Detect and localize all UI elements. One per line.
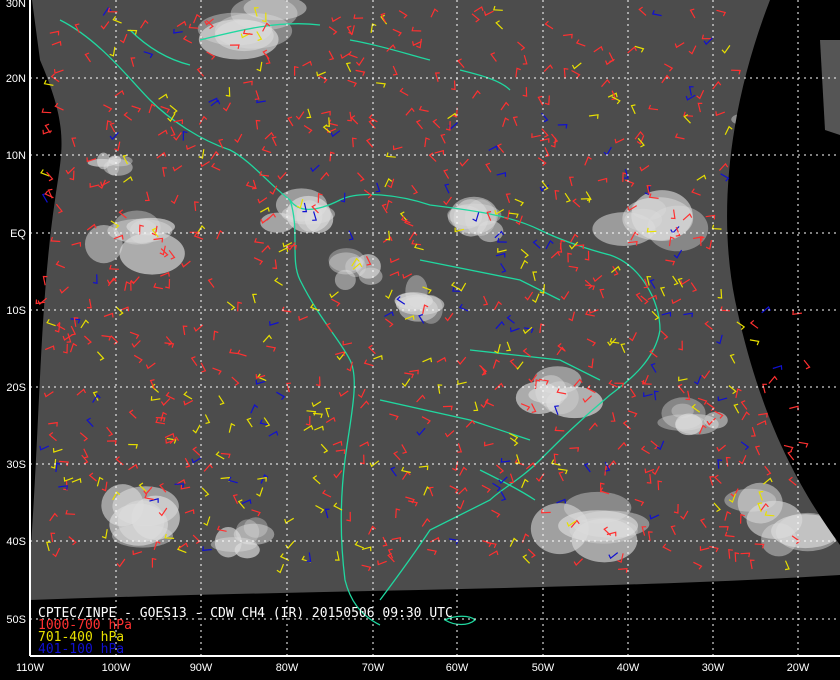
satellite-wind-map: 30N 20N 10N EQ 10S 20S 30S 40S 50S 110W 100W 90W 80…: [0, 0, 840, 680]
lat-label: 10S: [6, 305, 26, 317]
lat-label: 10N: [6, 150, 26, 162]
cloud: [750, 103, 789, 122]
cloud: [624, 208, 663, 231]
lat-label: 20N: [6, 73, 26, 85]
lon-label: 30W: [702, 662, 725, 674]
lat-label: 30S: [6, 459, 26, 471]
wind-barb: [40, 169, 50, 177]
cloud: [746, 500, 803, 539]
wind-barb: [41, 108, 52, 114]
wind-barb: [749, 339, 760, 346]
lat-label: 20S: [6, 382, 26, 394]
wind-barb: [762, 383, 767, 394]
lon-label: 110W: [16, 662, 45, 674]
lon-label: 20W: [787, 662, 810, 674]
lat-label: 40S: [6, 536, 26, 548]
wind-barb: [46, 171, 54, 182]
wind-barb: [798, 441, 809, 448]
lon-label: 70W: [362, 662, 385, 674]
cloud: [328, 252, 364, 275]
wind-barb: [42, 129, 53, 135]
cloud: [358, 267, 383, 285]
wind-barb: [803, 359, 811, 370]
wind-barb: [792, 310, 802, 315]
cloud: [661, 397, 706, 430]
lon-label: 90W: [190, 662, 213, 674]
satellite-image: [30, 0, 840, 600]
map-svg: 30N 20N 10N EQ 10S 20S 30S 40S 50S 110W 100W 90W 80…: [6, 0, 840, 674]
lat-label: 50S: [6, 614, 26, 626]
cloud: [740, 116, 776, 139]
wind-barb: [783, 444, 794, 452]
cloud: [405, 275, 428, 308]
wind-barb: [787, 450, 795, 461]
cloud: [530, 503, 589, 555]
wind-barb: [749, 319, 759, 329]
cloud: [214, 13, 293, 49]
lon-label: 50W: [532, 662, 555, 674]
legend-high-level: 401-100 hPa: [38, 642, 124, 657]
cloud: [117, 500, 165, 543]
cloud: [753, 120, 793, 135]
satellite-image-edge: [820, 40, 840, 135]
cloud: [764, 123, 783, 135]
lat-label: EQ: [10, 228, 26, 240]
wind-barb: [768, 375, 778, 384]
lon-label: 80W: [276, 662, 299, 674]
wind-barb: [772, 365, 783, 370]
cloud: [103, 159, 133, 176]
wind-barb: [789, 405, 799, 411]
cloud: [754, 107, 788, 121]
lon-label: 100W: [102, 662, 131, 674]
lon-label: 40W: [617, 662, 640, 674]
cloud: [731, 113, 761, 126]
lat-label: 30N: [6, 0, 26, 10]
cloud: [704, 411, 728, 429]
lon-label: 60W: [446, 662, 469, 674]
